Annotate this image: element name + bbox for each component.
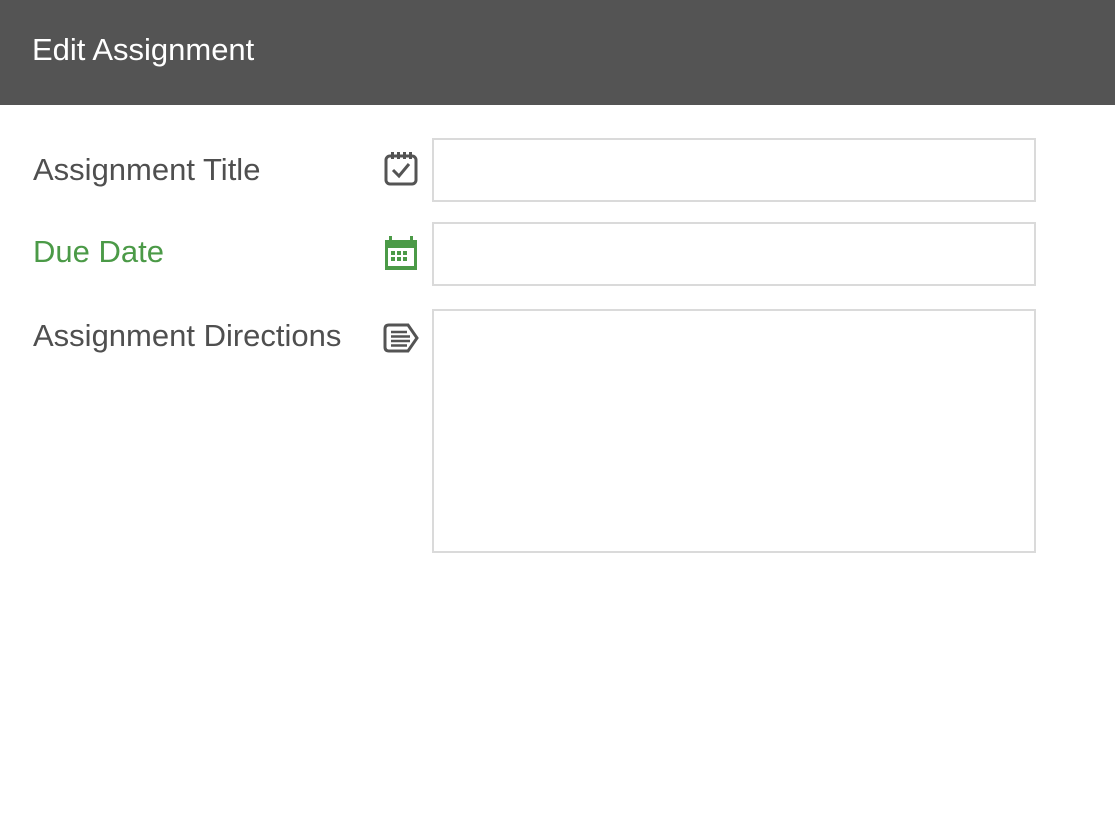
calendar-check-icon <box>382 150 420 188</box>
assignment-title-label: Assignment Title <box>33 152 261 187</box>
text-tag-icon <box>382 320 420 358</box>
due-date-input[interactable] <box>432 222 1036 286</box>
assignment-title-input[interactable] <box>432 138 1036 202</box>
assignment-directions-label: Assignment Directions <box>33 318 342 353</box>
assignment-directions-textarea[interactable] <box>432 309 1036 553</box>
calendar-grid-icon <box>382 234 420 272</box>
due-date-label: Due Date <box>33 234 164 269</box>
dialog-header: Edit Assignment <box>0 0 1115 105</box>
page-title: Edit Assignment <box>32 32 255 67</box>
